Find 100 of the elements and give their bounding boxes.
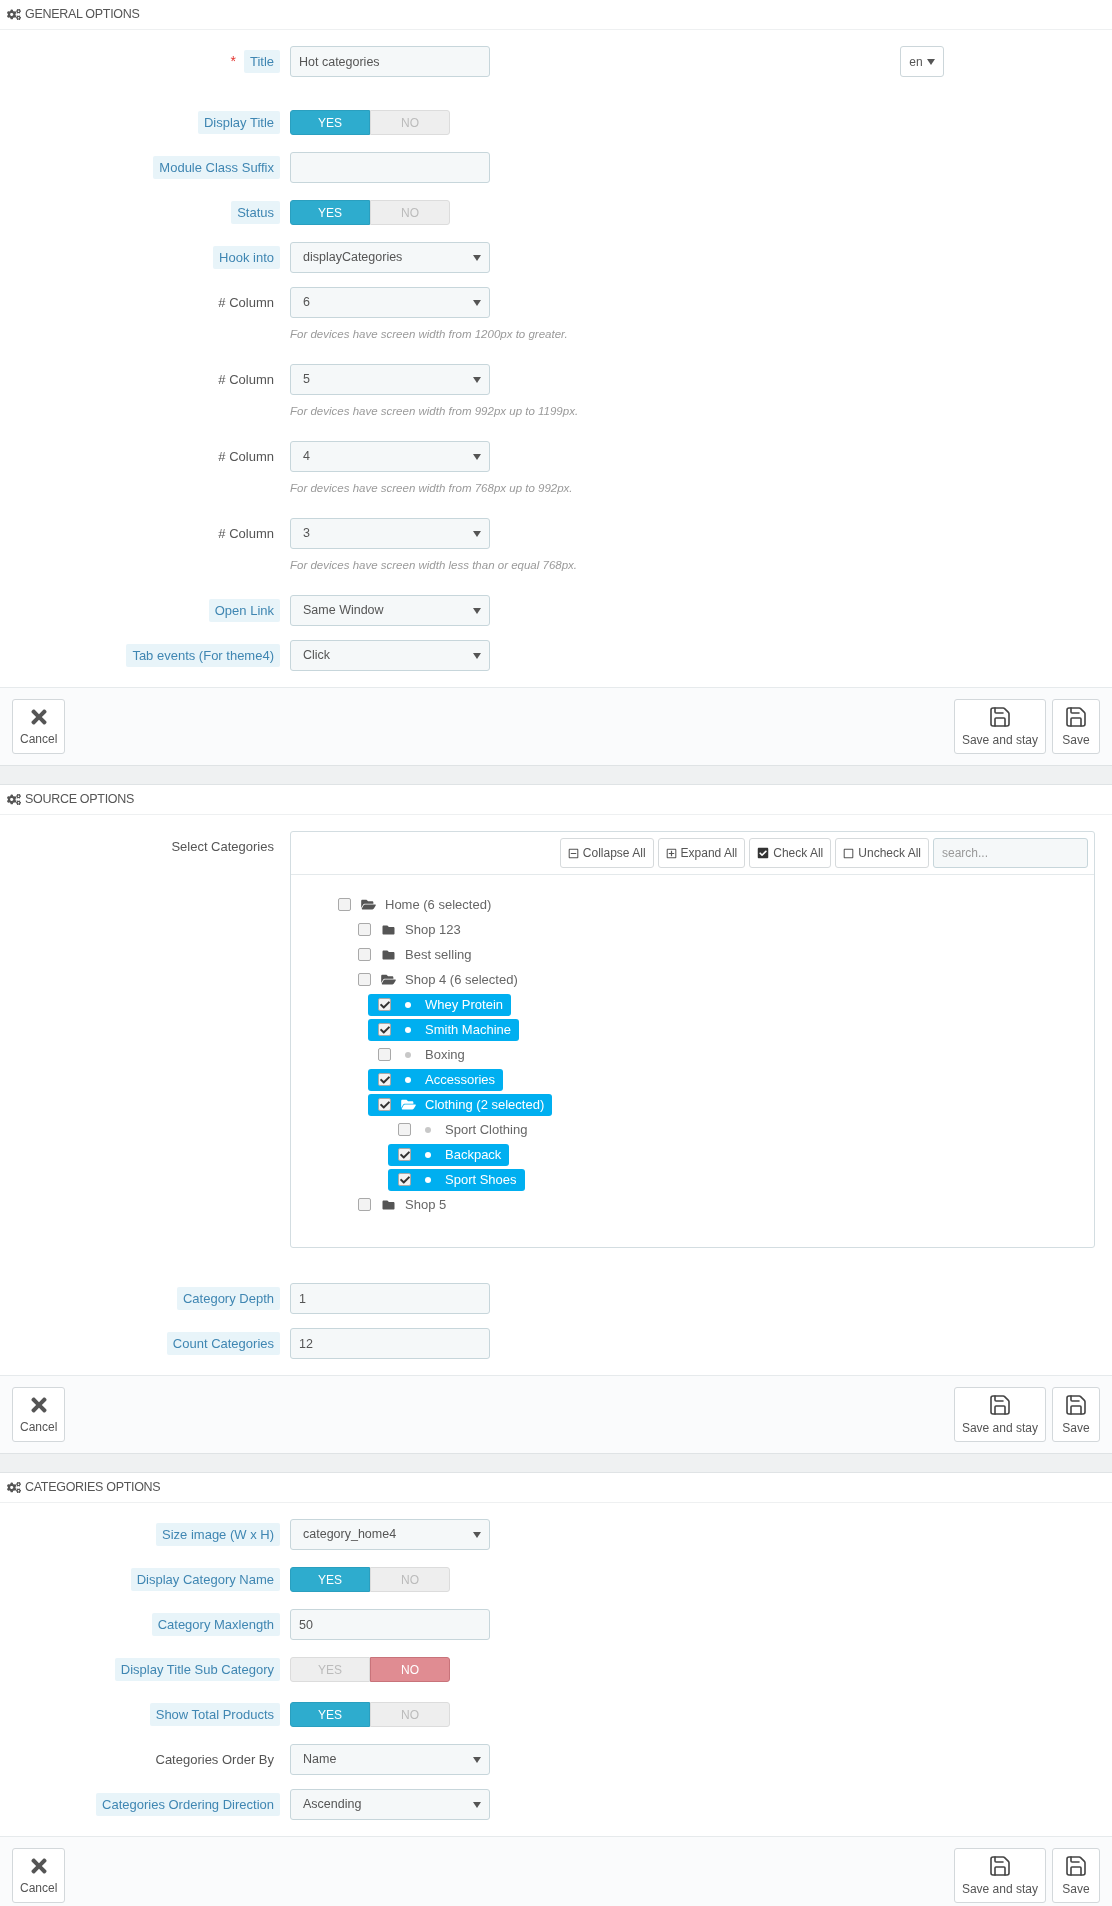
select-dropdown[interactable]: 3 [290,518,490,549]
checkbox[interactable] [378,1073,391,1086]
field-label: Categories Order By [154,1750,275,1769]
field-label: # Column [217,447,275,466]
settings-icon [7,1481,21,1494]
save-button[interactable]: Save [1052,1848,1100,1903]
field-label: Show Total Products [149,1702,280,1727]
caret-icon [473,376,481,383]
caret-icon [473,1531,481,1538]
save-button[interactable]: Save and stay [953,699,1046,754]
settings-icon [7,8,21,21]
tree-item[interactable]: Shop 5 [348,1193,455,1216]
tree-item[interactable]: Sport Clothing [388,1118,536,1141]
select-dropdown[interactable]: category_home4 [290,1519,490,1550]
caret-icon [473,453,481,460]
select-dropdown[interactable]: 6 [290,287,490,318]
toolbar-button[interactable]: Check All [749,838,832,868]
checkbox[interactable] [378,1098,391,1111]
select-dropdown[interactable]: 4 [290,441,490,472]
field-label: Title [243,49,280,74]
checkbox[interactable] [378,1048,391,1061]
field-label: Category Depth [176,1286,280,1311]
checkbox[interactable] [338,898,351,911]
select-dropdown[interactable]: 5 [290,364,490,395]
help-text: For devices have screen width from 992px up to 1199px. [290,404,579,419]
caret-icon [473,652,481,659]
select-dropdown[interactable]: Click [290,640,490,671]
help-text: For devices have screen width from 768px up to 992px. [290,481,573,496]
help-text: For devices have screen width less than or equal 768px. [290,558,578,573]
checkbox[interactable] [398,1173,411,1186]
field-label: Open Link [208,598,280,623]
settings-icon [7,793,21,806]
text-field[interactable]: Hot categories [290,46,490,77]
search-field[interactable]: search... [933,838,1088,868]
checkbox[interactable] [398,1123,411,1136]
language-dropdown[interactable]: en [900,46,944,77]
caret-icon [926,58,935,65]
checkbox[interactable] [398,1148,411,1161]
toolbar-button[interactable]: Expand All [657,838,746,868]
field-label: Module Class Suffix [153,155,280,180]
cancel-button[interactable]: Cancel [12,1387,66,1442]
field-label: # Column [217,293,275,312]
toolbar-button[interactable]: Collapse All [559,838,654,868]
text-field[interactable]: 1 [290,1283,490,1314]
save-button[interactable]: Save [1052,1387,1100,1442]
save-button[interactable]: Save and stay [953,1387,1046,1442]
field-label: # Column [217,370,275,389]
field-label: Display Title Sub Category [114,1657,280,1682]
text-field[interactable]: 12 [290,1328,490,1359]
bullet-icon [425,1151,431,1158]
bullet-icon [405,1051,411,1058]
caret-icon [473,530,481,537]
field-label: Status [231,200,280,225]
field-label: Display Category Name [130,1567,280,1592]
tree-item[interactable]: Boxing [368,1043,473,1066]
tree-item[interactable]: Shop 123 [348,918,469,941]
section-title: SOURCE OPTIONS [25,791,134,809]
cancel-button[interactable]: Cancel [12,699,66,754]
checkbox[interactable] [358,923,371,936]
field-label: Select Categories [170,837,275,856]
select-dropdown[interactable]: Same Window [290,595,490,626]
select-dropdown[interactable]: Name [290,1744,490,1775]
help-text: For devices have screen width from 1200px to greater. [290,327,568,342]
checkbox[interactable] [378,998,391,1011]
checkbox[interactable] [358,973,371,986]
section-title: CATEGORIES OPTIONS [25,1479,161,1497]
caret-icon [473,1756,481,1763]
bullet-icon [405,1076,411,1083]
text-field[interactable]: 50 [290,1609,490,1640]
field-label: Size image (W x H) [156,1522,280,1547]
field-label: Category Maxlength [151,1612,280,1637]
field-label: Hook into [213,245,280,270]
checkbox[interactable] [378,1023,391,1036]
required-mark: * [230,52,236,71]
field-label: Categories Ordering Direction [96,1792,280,1817]
caret-icon [473,299,481,306]
tree-item[interactable]: Shop 4 (6 selected) [348,968,526,991]
tree-item[interactable]: Best selling [348,943,480,966]
bullet-icon [405,1001,411,1008]
toolbar-button[interactable]: Uncheck All [835,838,929,868]
field-label: Display Title [197,110,280,135]
select-dropdown[interactable]: displayCategories [290,242,490,273]
section-title: GENERAL OPTIONS [25,6,140,24]
select-dropdown[interactable]: Ascending [290,1789,490,1820]
field-label: Tab events (For theme4) [126,643,280,668]
save-button[interactable]: Save [1052,699,1100,754]
text-field[interactable] [290,152,490,183]
bullet-icon [425,1176,431,1183]
tree-item[interactable]: Home (6 selected) [328,893,500,916]
caret-icon [473,254,481,261]
checkbox[interactable] [358,1198,371,1211]
bullet-icon [405,1026,411,1033]
field-label: # Column [217,524,275,543]
bullet-icon [425,1126,431,1133]
field-label: Count Categories [166,1331,280,1356]
caret-icon [473,607,481,614]
caret-icon [473,1801,481,1808]
checkbox[interactable] [358,948,371,961]
cancel-button[interactable]: Cancel [12,1848,66,1903]
save-button[interactable]: Save and stay [953,1848,1046,1903]
